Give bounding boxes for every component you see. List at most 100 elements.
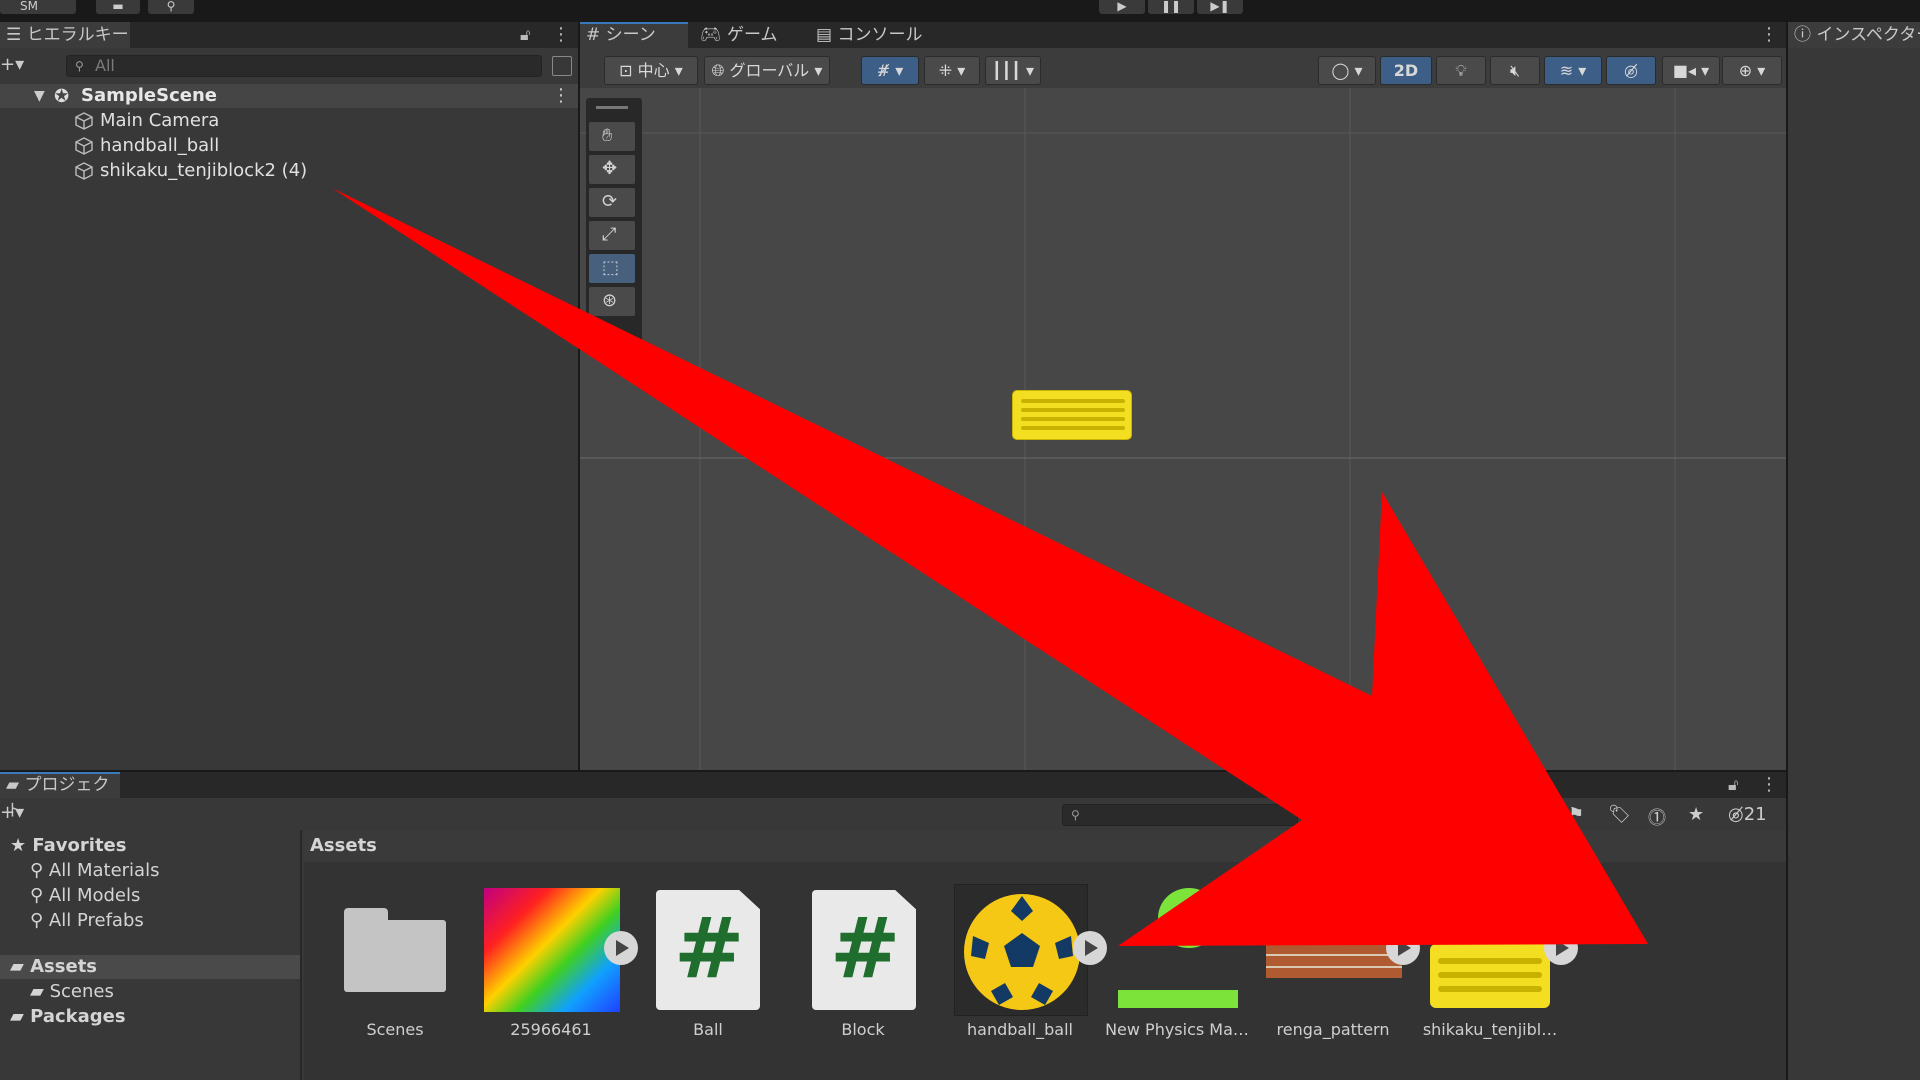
scene-menu-icon[interactable]: ⋮ (552, 84, 570, 108)
gamepad-icon: 🎮︎ (700, 25, 722, 45)
folder-icon: ▰ (30, 981, 44, 1002)
hierarchy-search-input[interactable]: ⚲ All (66, 55, 542, 77)
asset-tile-brick-sprite[interactable] (1266, 944, 1402, 978)
gizmos-button[interactable]: ⊕ ▾ (1722, 56, 1782, 85)
asset-label: renga_pattern (1276, 1020, 1390, 1039)
tree-item-scenes[interactable]: ▰ Scenes (30, 980, 114, 1004)
account-button[interactable]: SM (0, 0, 76, 14)
create-asset-button[interactable]: +▾ (0, 802, 24, 823)
scene-visibility-button[interactable]: ◎̸ (1606, 56, 1656, 85)
asset-tile-physics-material[interactable] (1118, 990, 1238, 1008)
asset-label: handball_ball (967, 1020, 1073, 1039)
transform-tool[interactable]: ⊛ (589, 287, 635, 316)
tab-console[interactable]: ▤ コンソール (810, 22, 930, 48)
scene-name: SampleScene (81, 85, 217, 106)
project-search-input[interactable]: ⚲ (1062, 804, 1298, 826)
favorites-item[interactable]: ⚲ All Models (30, 884, 140, 908)
tab-inspector[interactable]: ⓘ インスペクター (1788, 22, 1920, 48)
expand-play-icon[interactable] (604, 931, 638, 965)
cloud-icon: ▬ (112, 0, 124, 13)
lock-icon[interactable]: 🔓︎ (520, 25, 530, 45)
favorite-star-icon[interactable]: ★ (1688, 804, 1704, 825)
pivot-dropdown[interactable]: ⊡ 中心 ▾ (604, 56, 698, 85)
more-menu-icon[interactable]: ⋮ (1760, 774, 1778, 795)
block-line (1021, 417, 1125, 421)
filter-type-icon[interactable]: ⚑ (1568, 804, 1584, 825)
move-tool[interactable]: ✥ (589, 155, 635, 184)
asset-tile-script[interactable]: # (812, 890, 916, 1010)
breadcrumb[interactable]: Assets (310, 834, 377, 858)
favorites-item[interactable]: ⚲ All Materials (30, 859, 159, 883)
audio-button[interactable]: 🔇︎ (1490, 56, 1540, 85)
shading-mode-button[interactable]: ◯ ▾ (1318, 56, 1376, 85)
tree-item-assets[interactable]: ▰ Assets (0, 955, 300, 979)
pivot-icon: ⊡ (619, 61, 633, 80)
camera-icon: ■◂ ▾ (1672, 61, 1710, 80)
search-icon: ⚲ (30, 910, 44, 931)
expand-arrow-icon[interactable]: ▼ (34, 84, 45, 108)
favorites-item[interactable]: ⚲ All Prefabs (30, 909, 144, 933)
filter-label-icon[interactable]: 🏷︎ (1608, 804, 1631, 825)
expand-play-icon[interactable] (1073, 931, 1107, 965)
hierarchy-item[interactable]: Main Camera (74, 109, 219, 133)
expand-play-icon[interactable] (1386, 931, 1420, 965)
asset-tile-block-sprite[interactable] (1430, 944, 1550, 1008)
play-button[interactable]: ▶ (1099, 0, 1145, 14)
grid-icon: # (586, 25, 601, 45)
tab-scene[interactable]: # シーン (580, 22, 688, 48)
expand-play-icon[interactable] (1544, 931, 1578, 965)
hidden-packages-toggle[interactable]: ◎̸21 (1728, 804, 1767, 825)
tab-project[interactable]: ▰ プロジェクト (0, 772, 120, 821)
scene-row[interactable]: ▼ ✪ SampleScene ⋮ (0, 84, 578, 108)
shading-sphere-icon: ◯ ▾ (1331, 61, 1363, 80)
ruler-icon: ┃┃┃ ▾ (991, 61, 1034, 80)
star-icon: ★ (10, 835, 27, 856)
tools-handle[interactable] (596, 106, 628, 109)
asset-label: New Physics Ma… (1105, 1020, 1249, 1039)
rect-tool[interactable]: ⬚ (589, 254, 635, 283)
mode-2d-button[interactable]: 2D (1380, 56, 1432, 85)
ruler-button[interactable]: ┃┃┃ ▾ (985, 56, 1041, 85)
scene-panel: # シーン 🎮︎ ゲーム ▤ コンソール ⋮ (580, 22, 1786, 770)
favorites-header[interactable]: ★ Favorites (10, 834, 126, 858)
inspector-tabbar: ⓘ インスペクター (1788, 22, 1920, 48)
scene-more-icon[interactable]: ⋮ (1760, 24, 1778, 45)
grid-snap-button[interactable]: #̸ ▾ (861, 56, 919, 85)
tree-item-packages[interactable]: ▰ Packages (10, 1005, 126, 1029)
increment-snap-button[interactable]: ⁜ ▾ (924, 56, 980, 85)
scale-tool[interactable]: ⤢ (589, 221, 635, 250)
effects-button[interactable]: ≋ ▾ (1544, 56, 1602, 85)
more-menu-icon[interactable]: ⋮ (552, 24, 570, 45)
block-line (1438, 986, 1542, 992)
hand-tool[interactable]: ✋︎ (589, 122, 635, 151)
asset-tile-script[interactable]: # (656, 890, 760, 1010)
asset-tile-sprite-selected[interactable] (954, 884, 1088, 1016)
collab-button[interactable]: ⚲ (148, 0, 194, 14)
create-button[interactable]: +▾ (0, 54, 30, 75)
asset-label: Ball (693, 1020, 723, 1039)
hierarchy-item[interactable]: handball_ball (74, 134, 219, 158)
space-dropdown[interactable]: 🌐︎ グローバル ▾ (704, 56, 830, 85)
rotate-icon: ⟳ (602, 191, 618, 212)
lighting-button[interactable]: 💡︎ (1436, 56, 1486, 85)
hierarchy-item[interactable]: shikaku_tenjiblock2 (4) (74, 159, 307, 183)
gameobject-cube-icon (75, 137, 93, 155)
asset-tile-texture[interactable] (484, 888, 620, 1012)
gizmo-globe-icon: ⊕ ▾ (1738, 61, 1766, 80)
rotate-tool[interactable]: ⟳ (589, 188, 635, 217)
asset-tile-scenes[interactable] (344, 908, 446, 992)
cloud-button[interactable]: ▬ (96, 0, 140, 14)
lock-icon[interactable]: 🔓︎ (1728, 775, 1738, 795)
folder-open-icon: ▰ (10, 956, 24, 977)
tab-hierarchy[interactable]: ☰ ヒエラルキー (0, 22, 130, 48)
grid-snap-icon: #̸ ▾ (876, 61, 904, 80)
pause-button[interactable]: ❚❚ (1148, 0, 1194, 14)
search-scene-icon[interactable] (552, 56, 572, 76)
tab-game[interactable]: 🎮︎ ゲーム (694, 22, 802, 48)
layers-icon: ≋ ▾ (1559, 61, 1587, 80)
camera-button[interactable]: ■◂ ▾ (1662, 56, 1720, 85)
warning-icon[interactable]: ⓵ (1648, 804, 1666, 830)
scene-block-sprite[interactable] (1012, 390, 1132, 440)
asset-label: Block (841, 1020, 885, 1039)
step-button[interactable]: ▶❚ (1197, 0, 1243, 14)
